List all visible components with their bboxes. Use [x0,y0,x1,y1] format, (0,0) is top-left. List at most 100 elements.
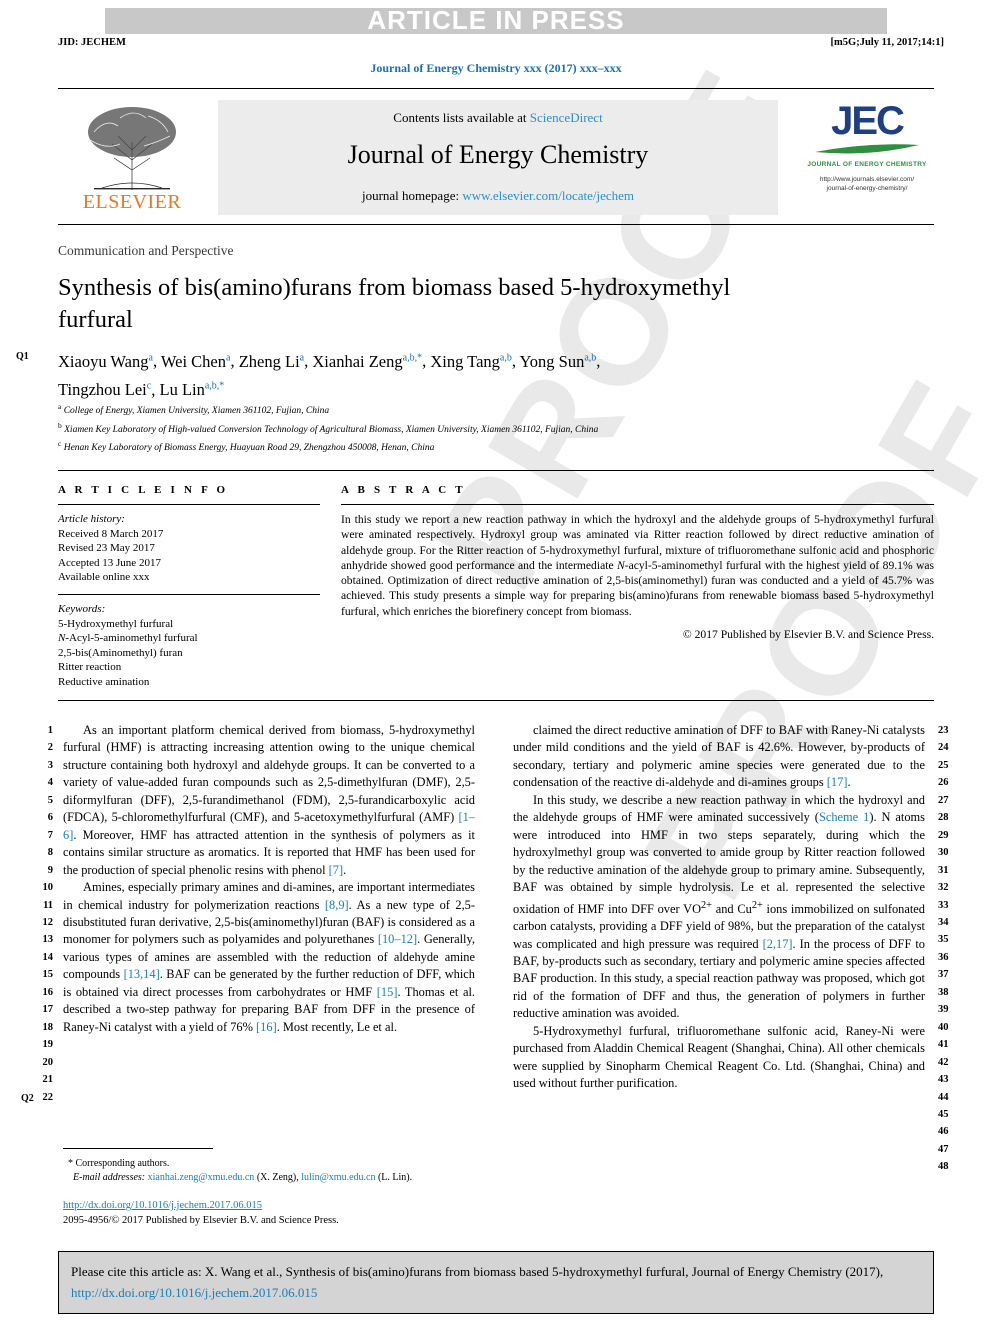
email-addresses-line: E-mail addresses: xianhai.zeng@xmu.edu.c… [63,1171,493,1185]
journal-title: Journal of Energy Chemistry [347,140,649,169]
line-number: 33 [938,899,949,911]
citation-box: Please cite this article as: X. Wang et … [58,1251,934,1314]
line-number: 29 [938,829,949,841]
abstract-rule [341,504,934,505]
line-number: 47 [938,1143,949,1155]
line-number: 31 [938,864,949,876]
email-who-zeng: (X. Zeng), [256,1172,299,1183]
article-history-block: Article history: Received 8 March 2017 R… [58,512,320,585]
abstract-section-divider [58,700,934,701]
author-entry: Tingzhou Leic [58,380,152,399]
email-link-zeng[interactable]: xianhai.zeng@xmu.edu.cn [148,1172,255,1183]
line-number: 39 [938,1004,949,1016]
author-entry: Yong Suna,b [519,351,597,371]
journal-id-label: JID: JECHEM [58,37,126,48]
line-number: 48 [938,1161,949,1173]
affiliation-item: a College of Energy, Xiamen University, … [58,402,330,417]
asterisk-icon: * [68,1158,73,1169]
line-number: 38 [938,986,949,998]
info-section-divider [58,470,934,471]
author-list: Xiaoyu Wanga, Wei Chena, Zheng Lia, Xian… [58,351,601,400]
article-info-column: A R T I C L E I N F O Article history: R… [58,484,320,690]
line-number: 24 [938,742,949,754]
body-paragraph: 5-Hydroxymethyl furfural, trifluorometha… [513,1023,925,1091]
history-item: Received 8 March 2017 [58,527,164,540]
line-number: 1 [47,725,53,736]
email-link-lin[interactable]: lulin@xmu.edu.cn [301,1172,375,1183]
line-number: 35 [938,934,949,946]
jec-url-line2: journal-of-energy-chemistry/ [826,185,908,192]
article-info-rule [58,504,320,505]
line-number: 28 [938,812,949,824]
elsevier-wordmark: ELSEVIER [82,191,182,213]
citation-doi-link[interactable]: http://dx.doi.org/10.1016/j.jechem.2017.… [71,1285,317,1300]
keywords-rule [58,593,320,595]
line-number: 11 [43,899,53,911]
line-numbers-left: 1 2 3 4 5 6 7 8 9 10 11 12 13 14 15 16 17 18 19 20 21 22 [31,722,54,1106]
keyword-item: Ritter reaction [58,661,122,674]
homepage-url-link[interactable]: www.elsevier.com/locate/jechem [462,188,634,203]
line-number: 34 [938,916,949,928]
corresponding-authors-label: Corresponding authors. [75,1158,170,1169]
author-entry: Wei Chena [160,351,231,371]
line-number: 46 [938,1126,949,1138]
article-in-press-label: ARTICLE IN PRESS [367,5,625,35]
keyword-item: 2,5-bis(Aminomethyl) furan [58,646,183,659]
line-number: 42 [938,1056,949,1068]
query-marker-q1[interactable]: Q1 [16,351,29,362]
body-paragraph: In this study, we describe a new reactio… [513,792,925,1021]
keywords-label: Keywords: [58,602,106,615]
header-divider [58,88,934,89]
line-number: 6 [47,812,53,824]
sciencedirect-link[interactable]: ScienceDirect [530,110,603,125]
keyword-item: 5-Hydroxymethyl furfural [58,617,174,630]
abstract-heading: A B S T R A C T [341,484,466,496]
body-paragraph: As an important platform chemical derive… [63,723,475,877]
line-number: 2 [47,742,53,754]
line-number: 40 [938,1021,949,1033]
line-number: 26 [938,777,949,789]
line-number: 9 [47,864,53,876]
affiliation-item: c Henan Key Laboratory of Biomass Energy… [58,439,435,454]
line-number: 27 [938,794,949,806]
line-number: 17 [42,1004,54,1016]
line-numbers-right: 23 24 25 26 27 28 29 30 31 32 33 34 35 36 37 38 39 40 41 42… [938,722,960,1176]
line-number: 21 [42,1074,54,1086]
line-number: 13 [42,934,54,946]
abstract-copyright: © 2017 Published by Elsevier B.V. and Sc… [682,628,934,642]
keywords-block: Keywords: 5-Hydroxymethyl furfural N-Acy… [58,602,320,690]
history-item: Available online xxx [58,571,150,584]
doi-block: http://dx.doi.org/10.1016/j.jechem.2017.… [63,1199,493,1228]
line-number: 41 [938,1039,949,1051]
footnote-divider [63,1148,213,1149]
jec-url: http://www.journals.elsevier.com/ journa… [796,175,938,193]
doi-link[interactable]: http://dx.doi.org/10.1016/j.jechem.2017.… [63,1199,493,1214]
body-paragraph: claimed the direct reductive amination o… [513,723,925,790]
homepage-prefix: journal homepage: [361,188,463,203]
author-entry: Lu Lina,b,* [159,380,225,399]
body-column-right: claimed the direct reductive amination o… [513,722,925,1093]
jec-subtitle: JOURNAL OF ENERGY CHEMISTRY [807,161,927,168]
jec-url-line1: http://www.journals.elsevier.com/ [819,176,915,183]
article-page: PROOF PROOF ARTICLE IN PRESS JID: JECHEM… [0,0,992,1323]
line-number: 8 [47,847,53,859]
line-number: 4 [47,777,53,789]
line-number: 20 [42,1056,54,1068]
body-paragraph: Amines, especially primary amines and di… [63,880,476,1034]
page-title: Synthesis of bis(amino)furans from bioma… [58,274,731,333]
line-number: 10 [42,882,54,894]
running-head: Journal of Energy Chemistry xxx (2017) x… [370,61,622,75]
footnote-block: * Corresponding authors. E-mail addresse… [63,1157,493,1185]
contents-prefix: Contents lists available at [393,110,530,125]
journal-homepage-line: journal homepage: www.elsevier.com/locat… [218,188,778,204]
affiliation-item: b Xiamen Key Laboratory of High-valued C… [58,420,599,435]
email-who-lin: (L. Lin). [377,1172,413,1183]
history-item: Accepted 13 June 2017 [58,556,161,569]
body-column-left: As an important platform chemical derive… [63,722,475,1036]
masthead-divider [58,224,934,225]
jec-mark-text: JEC [831,99,905,143]
journal-masthead: ELSEVIER Contents lists available at Sci… [58,100,934,215]
line-number: 7 [47,829,53,841]
jec-logo: JEC JOURNAL OF ENERGY CHEMISTRY http://w… [796,100,938,215]
keyword-item: N-Acyl-5-aminomethyl furfural [58,632,198,645]
